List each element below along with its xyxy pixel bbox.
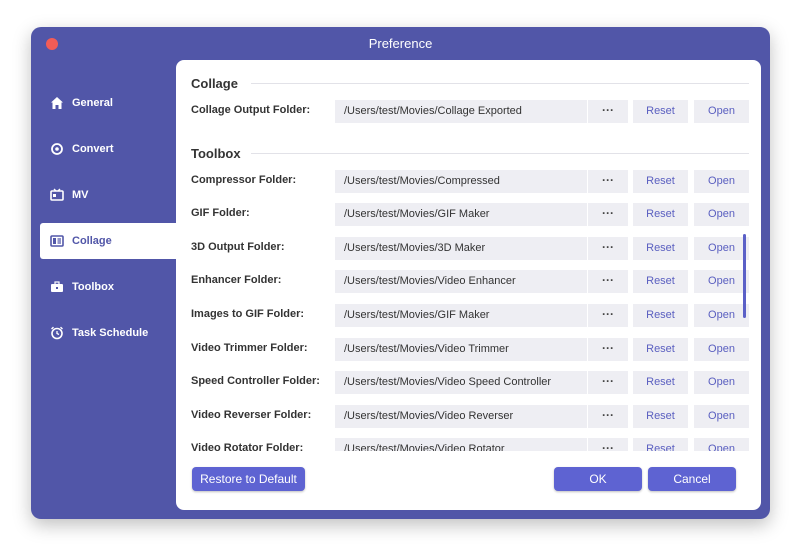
browse-button[interactable]: ··· [588, 371, 628, 394]
convert-icon [50, 142, 64, 156]
open-button[interactable]: Open [694, 203, 749, 226]
browse-button[interactable]: ··· [588, 405, 628, 428]
open-button[interactable]: Open [694, 371, 749, 394]
sidebar-item-general[interactable]: General [40, 85, 176, 121]
sidebar-item-convert[interactable]: Convert [40, 131, 176, 167]
reset-button[interactable]: Reset [633, 338, 688, 361]
folder-row-compressor: Compressor Folder: /Users/test/Movies/Co… [191, 170, 751, 193]
sidebar-item-label: Toolbox [72, 281, 114, 293]
open-button[interactable]: Open [694, 237, 749, 260]
folder-path-field[interactable]: /Users/test/Movies/Video Trimmer [335, 338, 587, 361]
sidebar-item-label: Convert [72, 143, 114, 155]
mv-icon [50, 188, 64, 202]
browse-button[interactable]: ··· [588, 203, 628, 226]
section-title-collage: Collage [191, 76, 238, 91]
sidebar-item-task-schedule[interactable]: Task Schedule [40, 315, 176, 351]
browse-button[interactable]: ··· [588, 304, 628, 327]
browse-button[interactable]: ··· [588, 100, 628, 123]
folder-row-video-trimmer: Video Trimmer Folder: /Users/test/Movies… [191, 338, 751, 361]
reset-button[interactable]: Reset [633, 170, 688, 193]
reset-button[interactable]: Reset [633, 405, 688, 428]
home-icon [50, 96, 64, 110]
sidebar-item-label: General [72, 97, 113, 109]
open-button[interactable]: Open [694, 100, 749, 123]
sidebar-item-mv[interactable]: MV [40, 177, 176, 213]
folder-row-3d-output: 3D Output Folder: /Users/test/Movies/3D … [191, 237, 751, 260]
folder-path-field[interactable]: /Users/test/Movies/GIF Maker [335, 203, 587, 226]
folder-row-collage-output: Collage Output Folder: /Users/test/Movie… [191, 100, 751, 123]
folder-label: Enhancer Folder: [191, 274, 282, 286]
folder-path-field[interactable]: /Users/test/Movies/Compressed [335, 170, 587, 193]
browse-button[interactable]: ··· [588, 270, 628, 293]
folder-label: Collage Output Folder: [191, 104, 311, 116]
folder-path-field[interactable]: /Users/test/Movies/GIF Maker [335, 304, 587, 327]
reset-button[interactable]: Reset [633, 304, 688, 327]
folder-path-field[interactable]: /Users/test/Movies/Video Speed Controlle… [335, 371, 587, 394]
reset-button[interactable]: Reset [633, 371, 688, 394]
section-divider [251, 153, 749, 154]
open-button[interactable]: Open [694, 270, 749, 293]
sidebar-item-label: MV [72, 189, 89, 201]
reset-button[interactable]: Reset [633, 270, 688, 293]
folder-path-field[interactable]: /Users/test/Movies/Video Reverser [335, 405, 587, 428]
folder-label: 3D Output Folder: [191, 241, 285, 253]
ok-button[interactable]: OK [554, 467, 642, 491]
folder-row-speed-controller: Speed Controller Folder: /Users/test/Mov… [191, 371, 751, 394]
folder-row-images-to-gif: Images to GIF Folder: /Users/test/Movies… [191, 304, 751, 327]
preference-window: Preference General Convert MV Collage To… [31, 27, 770, 519]
toolbox-icon [50, 280, 64, 294]
folder-row-video-reverser: Video Reverser Folder: /Users/test/Movie… [191, 405, 751, 428]
section-divider [251, 83, 749, 84]
settings-scroll-area[interactable]: Collage Collage Output Folder: /Users/te… [176, 60, 761, 451]
section-title-toolbox: Toolbox [191, 146, 241, 161]
reset-button[interactable]: Reset [633, 237, 688, 260]
reset-button[interactable]: Reset [633, 438, 688, 451]
browse-button[interactable]: ··· [588, 338, 628, 361]
alarm-clock-icon [50, 326, 64, 340]
browse-button[interactable]: ··· [588, 438, 628, 451]
open-button[interactable]: Open [694, 438, 749, 451]
settings-panel: Collage Collage Output Folder: /Users/te… [176, 60, 761, 510]
folder-label: Speed Controller Folder: [191, 375, 320, 387]
folder-path-field[interactable]: /Users/test/Movies/Video Enhancer [335, 270, 587, 293]
folder-label: Compressor Folder: [191, 174, 297, 186]
browse-button[interactable]: ··· [588, 170, 628, 193]
open-button[interactable]: Open [694, 304, 749, 327]
folder-row-enhancer: Enhancer Folder: /Users/test/Movies/Vide… [191, 270, 751, 293]
sidebar: General Convert MV Collage Toolbox Task … [40, 85, 176, 361]
open-button[interactable]: Open [694, 338, 749, 361]
collage-icon [50, 234, 64, 248]
sidebar-item-toolbox[interactable]: Toolbox [40, 269, 176, 305]
sidebar-item-collage[interactable]: Collage [40, 223, 176, 259]
folder-label: Video Rotator Folder: [191, 442, 304, 451]
sidebar-item-label: Task Schedule [72, 327, 149, 339]
open-button[interactable]: Open [694, 405, 749, 428]
reset-button[interactable]: Reset [633, 100, 688, 123]
open-button[interactable]: Open [694, 170, 749, 193]
folder-label: Video Trimmer Folder: [191, 342, 308, 354]
restore-to-default-button[interactable]: Restore to Default [192, 467, 305, 491]
folder-path-field[interactable]: /Users/test/Movies/Collage Exported [335, 100, 587, 123]
folder-path-field[interactable]: /Users/test/Movies/3D Maker [335, 237, 587, 260]
vertical-scrollbar[interactable] [743, 234, 746, 318]
folder-label: Video Reverser Folder: [191, 409, 312, 421]
folder-label: GIF Folder: [191, 207, 250, 219]
sidebar-item-label: Collage [72, 235, 112, 247]
reset-button[interactable]: Reset [633, 203, 688, 226]
window-title: Preference [368, 36, 433, 51]
folder-row-gif: GIF Folder: /Users/test/Movies/GIF Maker… [191, 203, 751, 226]
folder-row-video-rotator: Video Rotator Folder: /Users/test/Movies… [191, 438, 751, 451]
browse-button[interactable]: ··· [588, 237, 628, 260]
folder-label: Images to GIF Folder: [191, 308, 305, 320]
folder-path-field[interactable]: /Users/test/Movies/Video Rotator [335, 438, 587, 451]
cancel-button[interactable]: Cancel [648, 467, 736, 491]
